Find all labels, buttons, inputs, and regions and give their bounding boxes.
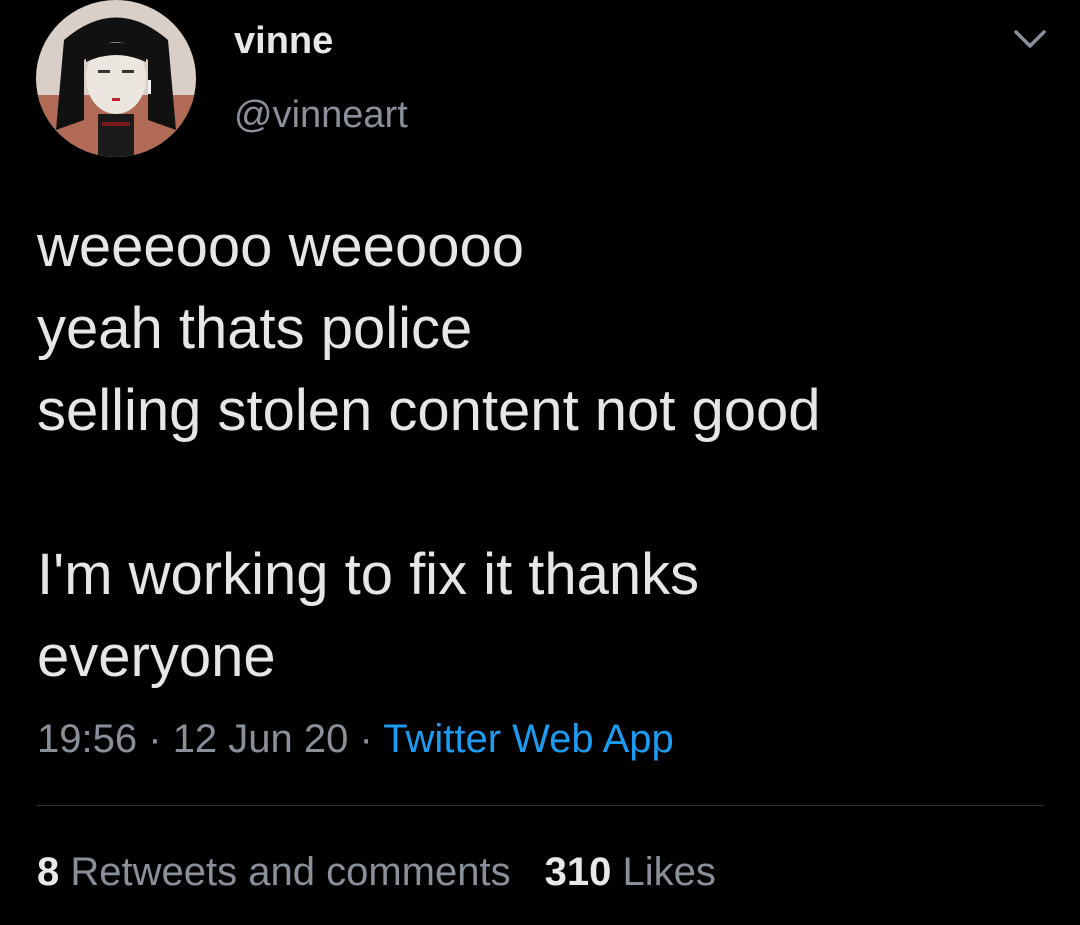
retweets-stat[interactable]: 8 Retweets and comments bbox=[37, 850, 511, 894]
tweet-text: weeeooo weeoooo yeah thats police sellin… bbox=[37, 206, 1047, 698]
tweet-text-line: everyone bbox=[37, 624, 276, 689]
divider bbox=[37, 805, 1044, 806]
author-display-name[interactable]: vinne bbox=[234, 18, 333, 64]
chevron-down-icon[interactable] bbox=[1012, 26, 1048, 52]
tweet-text-line: yeah thats police bbox=[37, 296, 473, 361]
tweet-date[interactable]: 12 Jun 20 bbox=[173, 717, 349, 761]
tweet-text-line: selling stolen content not good bbox=[37, 378, 821, 443]
likes-label: Likes bbox=[622, 850, 716, 894]
tweet-text-line: weeeooo weeoooo bbox=[37, 214, 524, 279]
author-handle[interactable]: @vinneart bbox=[234, 92, 408, 138]
meta-separator: · bbox=[359, 717, 373, 761]
tweet-source-link[interactable]: Twitter Web App bbox=[383, 717, 674, 761]
retweets-label: Retweets and comments bbox=[70, 850, 511, 894]
retweets-count: 8 bbox=[37, 850, 60, 894]
tweet-time[interactable]: 19:56 bbox=[37, 717, 137, 761]
tweet-detail: vinne @vinneart weeeooo weeoooo yeah tha… bbox=[0, 0, 1080, 925]
avatar-image bbox=[36, 0, 196, 157]
likes-count: 310 bbox=[544, 850, 612, 894]
likes-stat[interactable]: 310 Likes bbox=[545, 850, 716, 894]
tweet-stats: 8 Retweets and comments 310 Likes bbox=[37, 846, 716, 898]
meta-separator: · bbox=[148, 717, 162, 761]
tweet-text-line: I'm working to fix it thanks bbox=[37, 542, 700, 607]
tweet-metadata: 19:56 · 12 Jun 20 · Twitter Web App bbox=[37, 713, 674, 765]
avatar[interactable] bbox=[36, 0, 196, 157]
